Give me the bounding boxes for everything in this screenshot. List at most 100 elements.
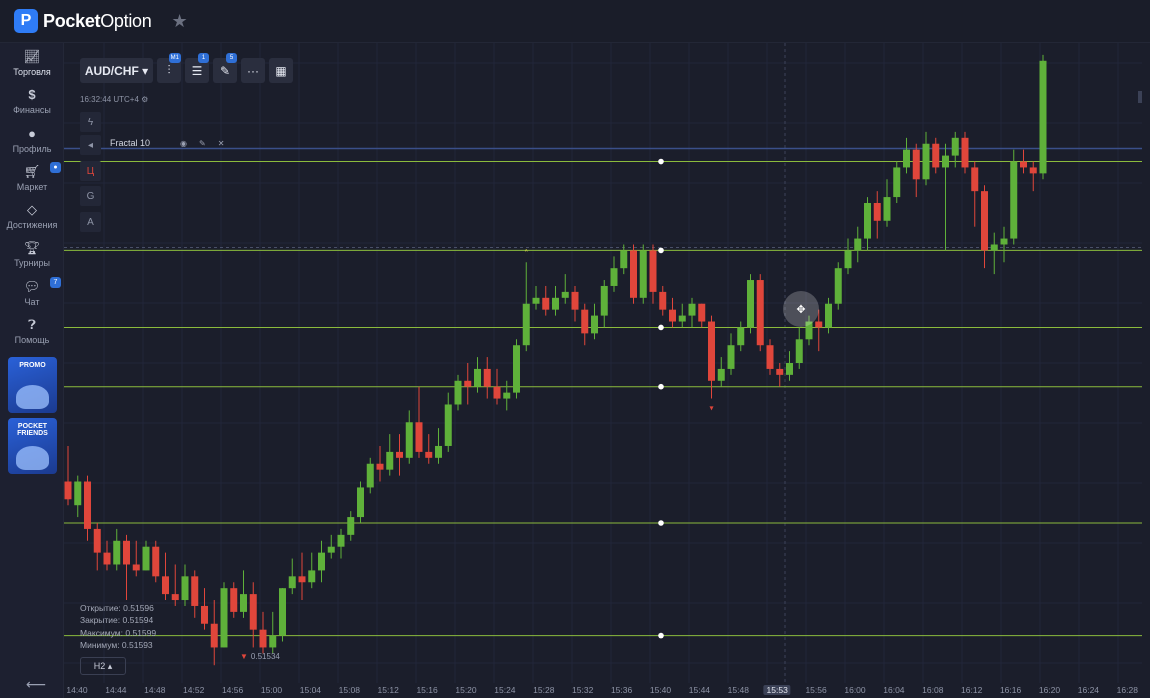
candle-body (191, 576, 199, 606)
pencil-icon[interactable]: ✎ (199, 139, 206, 148)
collapse-arrow-icon[interactable]: ⟵ (26, 676, 46, 693)
time-tick-label: 15:12 (377, 685, 399, 695)
indicators-button[interactable]: ☰ 1 (185, 53, 209, 83)
candle-body (366, 463, 374, 488)
sidebar-item-market[interactable]: 🛒︎ Маркет ● (0, 162, 64, 202)
time-tick-label: 15:24 (494, 685, 516, 695)
candle-body (922, 143, 930, 180)
friends-icon (16, 446, 49, 470)
indicator-row: Fractal 10 ◉ ✎ ✕ (110, 138, 224, 148)
sidebar-item-help[interactable]: ❓︎ Помощь (0, 317, 64, 355)
candle-body (113, 540, 121, 565)
level-handle-dot (658, 632, 664, 639)
candle-body (600, 285, 608, 316)
low-price-marker: ▼ 0.51534 (240, 652, 280, 661)
candle-body (815, 321, 823, 328)
more-button[interactable]: ··· (241, 58, 265, 83)
candle-body (747, 280, 754, 328)
bar-chart-icon: ⫶ (167, 63, 171, 77)
market-badge-icon: ● (50, 162, 61, 173)
level-handle-dot (658, 324, 664, 331)
indicator-collapse-button[interactable]: ◂ (80, 135, 101, 155)
candle-body (279, 588, 286, 636)
candle-body (269, 635, 277, 648)
sidebar-item-finance[interactable]: $ Финансы (0, 87, 64, 125)
favorite-star-icon[interactable]: ★ (171, 11, 187, 32)
price-chart[interactable]: ˄ ▾ ✥ (64, 43, 1142, 683)
candle-body (756, 280, 764, 346)
candle-body (474, 368, 481, 387)
promo-card[interactable]: PROMO (8, 357, 57, 413)
time-tick-label: 14:56 (221, 685, 244, 695)
time-tick-label: 16:00 (844, 685, 866, 695)
candle-body (698, 303, 706, 322)
candle-body (639, 250, 647, 298)
drawings-button[interactable]: ✎ 5 (213, 53, 237, 83)
grid-icon: ▦ (275, 63, 287, 78)
tool-g[interactable]: G (80, 186, 101, 206)
quick-trade-tool[interactable]: ϟ (80, 112, 101, 132)
move-cursor-icon: ✥ (796, 303, 805, 316)
candle-body (386, 451, 394, 470)
help-icon: ❓︎ (28, 317, 36, 332)
level-handle-dot (658, 520, 664, 526)
timeframe-button[interactable]: H2 ▴ (80, 657, 126, 675)
candle-body (951, 137, 959, 156)
time-tick-label: 16:20 (1038, 685, 1061, 695)
candle-body (630, 250, 637, 298)
close-icon[interactable]: ✕ (218, 139, 225, 148)
candle-body (942, 155, 949, 168)
sidebar-item-label: Турниры (14, 258, 50, 268)
candle-body (493, 386, 501, 399)
brush-icon: ✎ (219, 63, 231, 78)
candle-body (522, 303, 530, 346)
candle-body (210, 623, 218, 648)
candle-body (132, 564, 140, 571)
indicators-badge: 1 (198, 53, 209, 63)
candle-body (162, 576, 169, 595)
candle-body (259, 629, 267, 648)
level-handle-dot (658, 158, 664, 165)
sidebar-item-achievements[interactable]: ◇ Достижения (0, 202, 64, 240)
candle-body (766, 345, 774, 369)
time-tick-label: 15:20 (455, 685, 477, 695)
fractal-up-marker: ˄ (524, 249, 529, 259)
tool-c[interactable]: Ц (80, 161, 101, 181)
time-tick-label: 16:08 (922, 685, 944, 695)
sidebar: 📈︎ Торговля $ Финансы ● Профиль 🛒︎ Марке… (0, 43, 64, 698)
time-tick-label: 16:24 (1077, 685, 1100, 695)
tool-a[interactable]: A (80, 212, 101, 232)
asset-selector-button[interactable]: AUD/CHF ▾ (80, 58, 153, 83)
eye-icon[interactable]: ◉ (180, 139, 187, 148)
sidebar-item-chat[interactable]: 💬︎ Чат 7 (0, 277, 64, 317)
sidebar-item-tournaments[interactable]: 🏆︎ Турниры (0, 240, 64, 278)
sidebar-item-trading[interactable]: 📈︎ Торговля (0, 49, 64, 87)
candle-body (932, 143, 940, 168)
megaphone-icon (16, 385, 49, 409)
candle-body (1039, 60, 1047, 174)
candle-body (981, 191, 988, 251)
candle-body (435, 445, 442, 458)
candle-body (903, 149, 910, 168)
level-handle-dot (658, 383, 664, 390)
time-tick-label: 15:48 (727, 685, 749, 695)
candle-body (74, 481, 82, 506)
candle-body (795, 339, 803, 363)
ohlc-high: Максимум: 0.51599 (80, 628, 157, 638)
fractal-down-marker: ▾ (709, 404, 713, 413)
chart-type-button[interactable]: ⫶ M1 (157, 53, 181, 83)
candle-body (201, 605, 208, 624)
candle-body (93, 528, 101, 553)
candle-body (825, 303, 832, 328)
candle-body (571, 291, 579, 310)
candle-body (620, 250, 628, 269)
time-tick-label: 15:28 (533, 685, 555, 695)
user-icon: ● (28, 126, 36, 141)
pocket-option-logo[interactable]: P PocketOption (14, 9, 152, 33)
pocket-friends-card[interactable]: POCKET FRIENDS (8, 418, 57, 474)
candle-body (786, 363, 793, 375)
sidebar-item-profile[interactable]: ● Профиль (0, 126, 64, 164)
layout-grid-button[interactable]: ▦ (269, 58, 293, 83)
candle-body (230, 588, 238, 612)
candle-body (240, 594, 247, 612)
